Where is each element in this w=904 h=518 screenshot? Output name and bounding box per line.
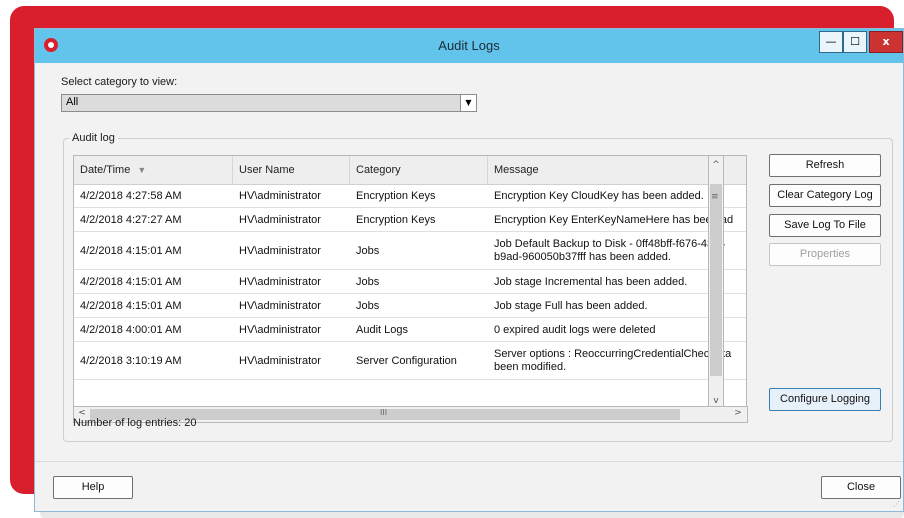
maximize-button[interactable]: ☐ (843, 31, 867, 53)
configure-logging-button[interactable]: Configure Logging (769, 388, 881, 411)
sort-descending-icon: ▼ (137, 165, 147, 175)
table-row[interactable]: 4/2/2018 4:27:58 AM HV\administrator Encry… (74, 184, 746, 208)
scroll-grip-h-icon: III (380, 408, 388, 417)
close-button[interactable]: Close (821, 476, 901, 499)
category-select[interactable]: All ▼ (61, 94, 477, 112)
row-category: Jobs (356, 276, 380, 288)
table-row[interactable]: 4/2/2018 4:15:01 AM HV\administrator Jobs J… (74, 294, 746, 318)
row-date: 4/2/2018 4:15:01 AM (80, 300, 182, 312)
category-selected-value: All (66, 96, 79, 108)
row-date: 4/2/2018 4:27:27 AM (80, 214, 182, 226)
row-category: Audit Logs (356, 324, 408, 336)
row-user: HV\administrator (239, 190, 321, 202)
footer-divider (35, 461, 903, 462)
row-date: 4/2/2018 4:00:01 AM (80, 324, 182, 336)
column-header-username[interactable]: User Name (233, 156, 350, 184)
row-category: Encryption Keys (356, 214, 436, 226)
vertical-scrollbar[interactable]: ^ ≡ v (708, 155, 724, 409)
window-title: Audit Logs (438, 38, 500, 53)
chevron-down-icon[interactable]: ▼ (460, 95, 476, 111)
audit-logs-window: Audit Logs — ☐ x Select category to view… (34, 28, 904, 512)
table-row[interactable]: 4/2/2018 4:00:01 AM HV\administrator Audit… (74, 318, 746, 342)
row-date: 4/2/2018 4:15:01 AM (80, 245, 182, 257)
table-row[interactable]: 4/2/2018 4:15:01 AM HV\administrator Jobs J… (74, 232, 746, 270)
row-date: 4/2/2018 4:27:58 AM (80, 190, 182, 202)
table-row[interactable]: 4/2/2018 3:10:19 AM HV\administrator Serve… (74, 342, 746, 380)
row-date: 4/2/2018 3:10:19 AM (80, 355, 182, 367)
vertical-scroll-thumb[interactable]: ≡ (710, 184, 722, 376)
minimize-button[interactable]: — (819, 31, 843, 53)
scroll-grip-icon: ≡ (711, 192, 719, 202)
resize-grip-icon[interactable]: ⋰ (893, 500, 900, 508)
row-category: Encryption Keys (356, 190, 436, 202)
row-category: Server Configuration (356, 355, 457, 367)
column-header-datetime[interactable]: Date/Time ▼ (74, 156, 233, 184)
log-entry-count: Number of log entries: 20 (73, 417, 197, 429)
scroll-down-icon[interactable]: v (709, 396, 723, 406)
column-header-category[interactable]: Category (350, 156, 488, 184)
clear-category-log-button[interactable]: Clear Category Log (769, 184, 881, 207)
scroll-right-icon[interactable]: > (731, 408, 745, 418)
table-row[interactable]: 4/2/2018 4:15:01 AM HV\administrator Jobs J… (74, 270, 746, 294)
scroll-up-icon[interactable]: ^ (709, 160, 723, 170)
row-user: HV\administrator (239, 324, 321, 336)
title-bar[interactable]: Audit Logs — ☐ x (35, 29, 903, 63)
row-user: HV\administrator (239, 245, 321, 257)
table-header: Date/Time ▼ User Name Category Message (74, 156, 746, 185)
row-user: HV\administrator (239, 276, 321, 288)
row-date: 4/2/2018 4:15:01 AM (80, 276, 182, 288)
help-button[interactable]: Help (53, 476, 133, 499)
row-user: HV\administrator (239, 214, 321, 226)
properties-button[interactable]: Properties (769, 243, 881, 266)
row-user: HV\administrator (239, 300, 321, 312)
column-header-datetime-label: Date/Time (80, 164, 131, 176)
refresh-button[interactable]: Refresh (769, 154, 881, 177)
close-window-button[interactable]: x (869, 31, 903, 53)
audit-log-table[interactable]: Date/Time ▼ User Name Category Message 4… (73, 155, 747, 409)
row-category: Jobs (356, 245, 380, 257)
row-category: Jobs (356, 300, 380, 312)
save-log-to-file-button[interactable]: Save Log To File (769, 214, 881, 237)
table-row[interactable]: 4/2/2018 4:27:27 AM HV\administrator Encry… (74, 208, 746, 232)
audit-log-group-label: Audit log (69, 132, 118, 144)
row-user: HV\administrator (239, 355, 321, 367)
category-label: Select category to view: (61, 76, 178, 88)
